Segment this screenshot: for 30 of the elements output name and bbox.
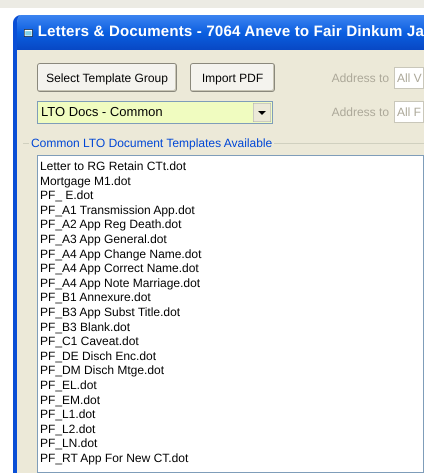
- template-item[interactable]: PF_B1 Annexure.dot: [40, 290, 151, 305]
- template-item[interactable]: PF_B3 Blank.dot: [40, 320, 130, 334]
- command-button[interactable]: Select Template Group: [37, 63, 177, 92]
- template-item[interactable]: PF_A3 App General.dot: [40, 232, 167, 247]
- template-item[interactable]: Mortgage M1.dot: [40, 174, 131, 188]
- group-title: Common LTO Document Templates Available: [30, 135, 274, 152]
- template-group-dropdown[interactable]: LTO Docs - Common: [37, 100, 273, 124]
- template-item[interactable]: PF_A4 App Correct Name.dot: [40, 261, 199, 276]
- template-item[interactable]: PF_A4 App Note Marriage.dot: [40, 276, 200, 290]
- template-item[interactable]: PF_B3 App Subst Title.dot: [40, 304, 180, 320]
- template-item[interactable]: PF_C1 Caveat.dot: [40, 334, 139, 349]
- template-item[interactable]: PF_ E.dot: [40, 188, 94, 203]
- template-item[interactable]: PF_A2 App Reg Death.dot: [40, 217, 182, 232]
- window-title: Letters & Documents - 7064 Aneve to Fair Dinkum Ja: [38, 22, 424, 42]
- template-item[interactable]: PF_A1 Transmission App.dot: [40, 202, 195, 218]
- address-label: Address to: [332, 70, 389, 86]
- template-item[interactable]: PF_EM.dot: [40, 392, 100, 408]
- template-item[interactable]: PF_DM Disch Mtge.dot: [40, 363, 164, 378]
- window-icon: [24, 26, 33, 38]
- template-item[interactable]: PF_LN.dot: [40, 436, 98, 451]
- template-item[interactable]: PF_L2.dot: [40, 422, 96, 436]
- template-item[interactable]: PF_DE Disch Enc.dot: [40, 348, 156, 364]
- template-item[interactable]: PF_EL.dot: [40, 378, 97, 392]
- command-button[interactable]: Import PDF: [190, 63, 275, 92]
- template-item[interactable]: Letter to RG Retain CTt.dot: [40, 159, 186, 174]
- template-item[interactable]: PF_A4 App Change Name.dot: [40, 246, 202, 262]
- address-label: Address to: [332, 104, 389, 121]
- template-item[interactable]: PF_RT App For New CT.dot: [40, 450, 188, 466]
- template-item[interactable]: PF_L1.dot: [40, 407, 96, 422]
- dropdown-caret-icon[interactable]: [253, 102, 271, 122]
